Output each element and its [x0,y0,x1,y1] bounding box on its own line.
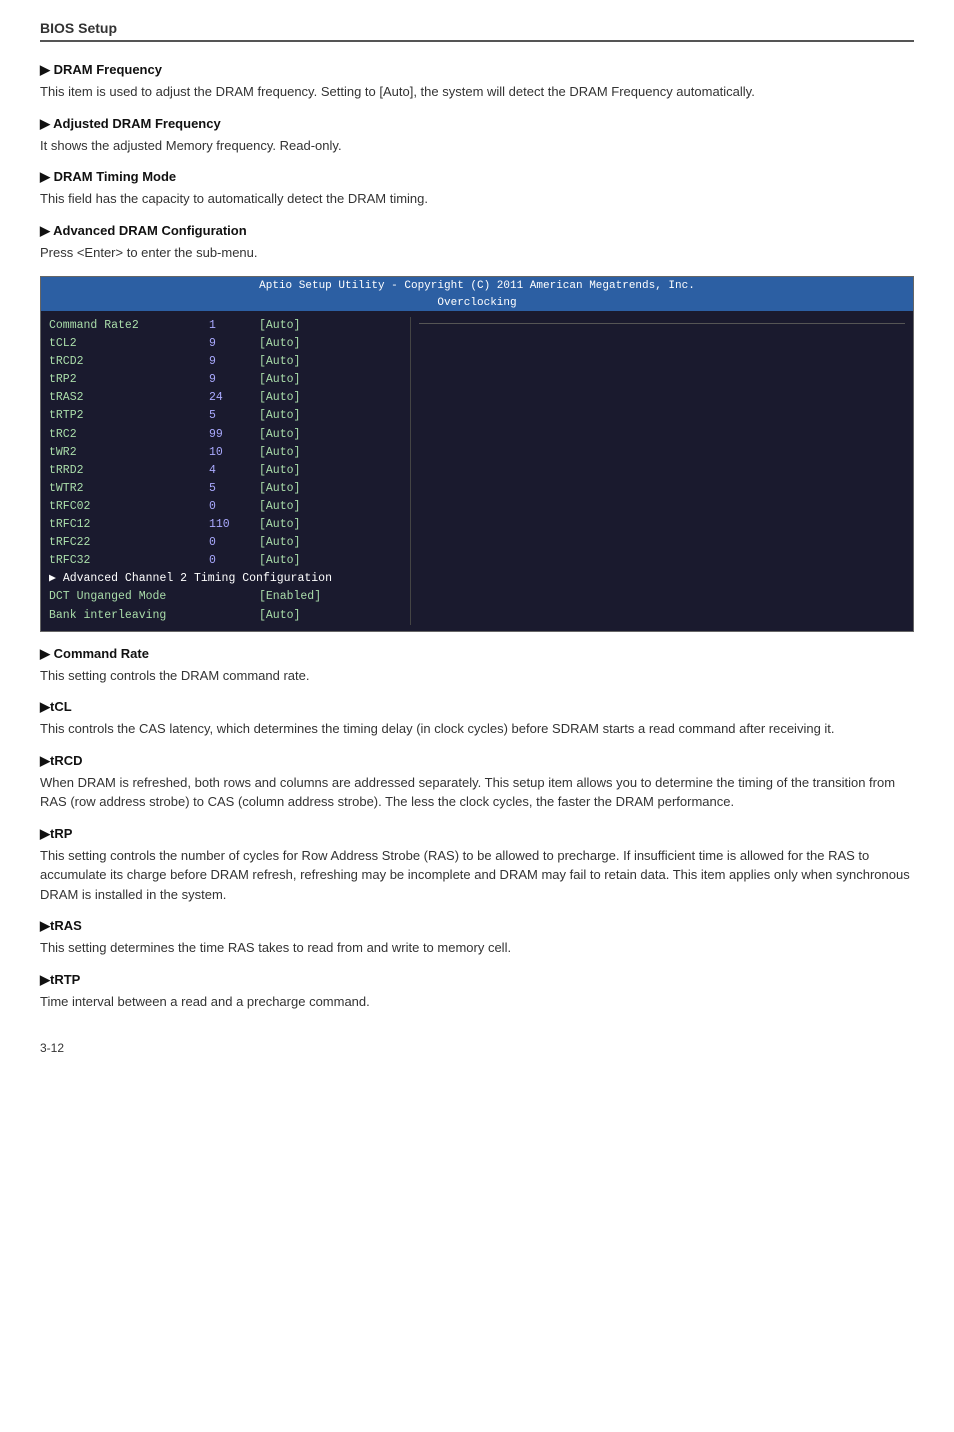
section-dram-frequency: ▶ DRAM Frequency This item is used to ad… [40,62,914,102]
section-body-advanced-dram-config: Press <Enter> to enter the sub-menu. [40,243,914,263]
subsection-command-rate: ▶ Command Rate This setting controls the… [40,646,914,686]
bios-row-16: Bank interleaving[Auto] [49,607,402,625]
bios-right-panel [411,317,913,625]
bios-row-7: tWR210[Auto] [49,444,402,462]
bios-screenshot: Aptio Setup Utility - Copyright (C) 2011… [40,276,914,632]
bios-row-9: tWTR25[Auto] [49,480,402,498]
bios-row-3: tRP29[Auto] [49,371,402,389]
section-body-dram-timing-mode: This field has the capacity to automatic… [40,189,914,209]
section-adjusted-dram-frequency: ▶ Adjusted DRAM Frequency It shows the a… [40,116,914,156]
subsection-body-tras: This setting determines the time RAS tak… [40,938,914,958]
subsection-body-command-rate: This setting controls the DRAM command r… [40,666,914,686]
subsection-title-trtp: ▶tRTP [40,972,914,988]
subsection-trcd: ▶tRCD When DRAM is refreshed, both rows … [40,753,914,812]
bios-row-14: ▶ Advanced Channel 2 Timing Configuratio… [49,570,402,588]
subsection-body-tcl: This controls the CAS latency, which det… [40,719,914,739]
bios-row-10: tRFC020[Auto] [49,498,402,516]
page-title: BIOS Setup [40,20,914,42]
subsection-trp: ▶tRP This setting controls the number of… [40,826,914,905]
subsection-title-command-rate: ▶ Command Rate [40,646,914,662]
subsection-title-tras: ▶tRAS [40,918,914,934]
bios-subtitle: Overclocking [41,295,913,311]
subsection-body-trtp: Time interval between a read and a prech… [40,992,914,1012]
subsection-body-trp: This setting controls the number of cycl… [40,846,914,905]
bios-row-1: tCL29[Auto] [49,335,402,353]
subsection-trtp: ▶tRTP Time interval between a read and a… [40,972,914,1012]
page: BIOS Setup ▶ DRAM Frequency This item is… [0,0,954,1432]
section-title-adjusted-dram-frequency: ▶ Adjusted DRAM Frequency [40,116,914,132]
section-title-dram-timing-mode: ▶ DRAM Timing Mode [40,169,914,185]
bios-row-0: Command Rate21[Auto] [49,317,402,335]
page-footer: 3-12 [40,1041,914,1055]
bios-row-12: tRFC220[Auto] [49,534,402,552]
bios-row-11: tRFC12110[Auto] [49,516,402,534]
bios-row-4: tRAS224[Auto] [49,389,402,407]
subsection-tcl: ▶tCL This controls the CAS latency, whic… [40,699,914,739]
section-title-dram-frequency: ▶ DRAM Frequency [40,62,914,78]
subsection-title-trp: ▶tRP [40,826,914,842]
bios-row-13: tRFC320[Auto] [49,552,402,570]
section-body-dram-frequency: This item is used to adjust the DRAM fre… [40,82,914,102]
subsection-title-tcl: ▶tCL [40,699,914,715]
bios-row-8: tRRD24[Auto] [49,462,402,480]
bios-content: Command Rate21[Auto]tCL29[Auto]tRCD29[Au… [41,311,913,631]
bios-left-panel: Command Rate21[Auto]tCL29[Auto]tRCD29[Au… [41,317,411,625]
bios-divider [419,323,905,324]
subsection-tras: ▶tRAS This setting determines the time R… [40,918,914,958]
bios-row-15: DCT Unganged Mode[Enabled] [49,588,402,606]
bios-row-2: tRCD29[Auto] [49,353,402,371]
bios-row-5: tRTP25[Auto] [49,407,402,425]
section-title-advanced-dram-config: ▶ Advanced DRAM Configuration [40,223,914,239]
bios-title: Aptio Setup Utility - Copyright (C) 2011… [41,277,913,295]
section-body-adjusted-dram-frequency: It shows the adjusted Memory frequency. … [40,136,914,156]
bios-row-6: tRC299[Auto] [49,426,402,444]
section-advanced-dram-config: ▶ Advanced DRAM Configuration Press <Ent… [40,223,914,263]
subsection-title-trcd: ▶tRCD [40,753,914,769]
subsection-body-trcd: When DRAM is refreshed, both rows and co… [40,773,914,812]
section-dram-timing-mode: ▶ DRAM Timing Mode This field has the ca… [40,169,914,209]
